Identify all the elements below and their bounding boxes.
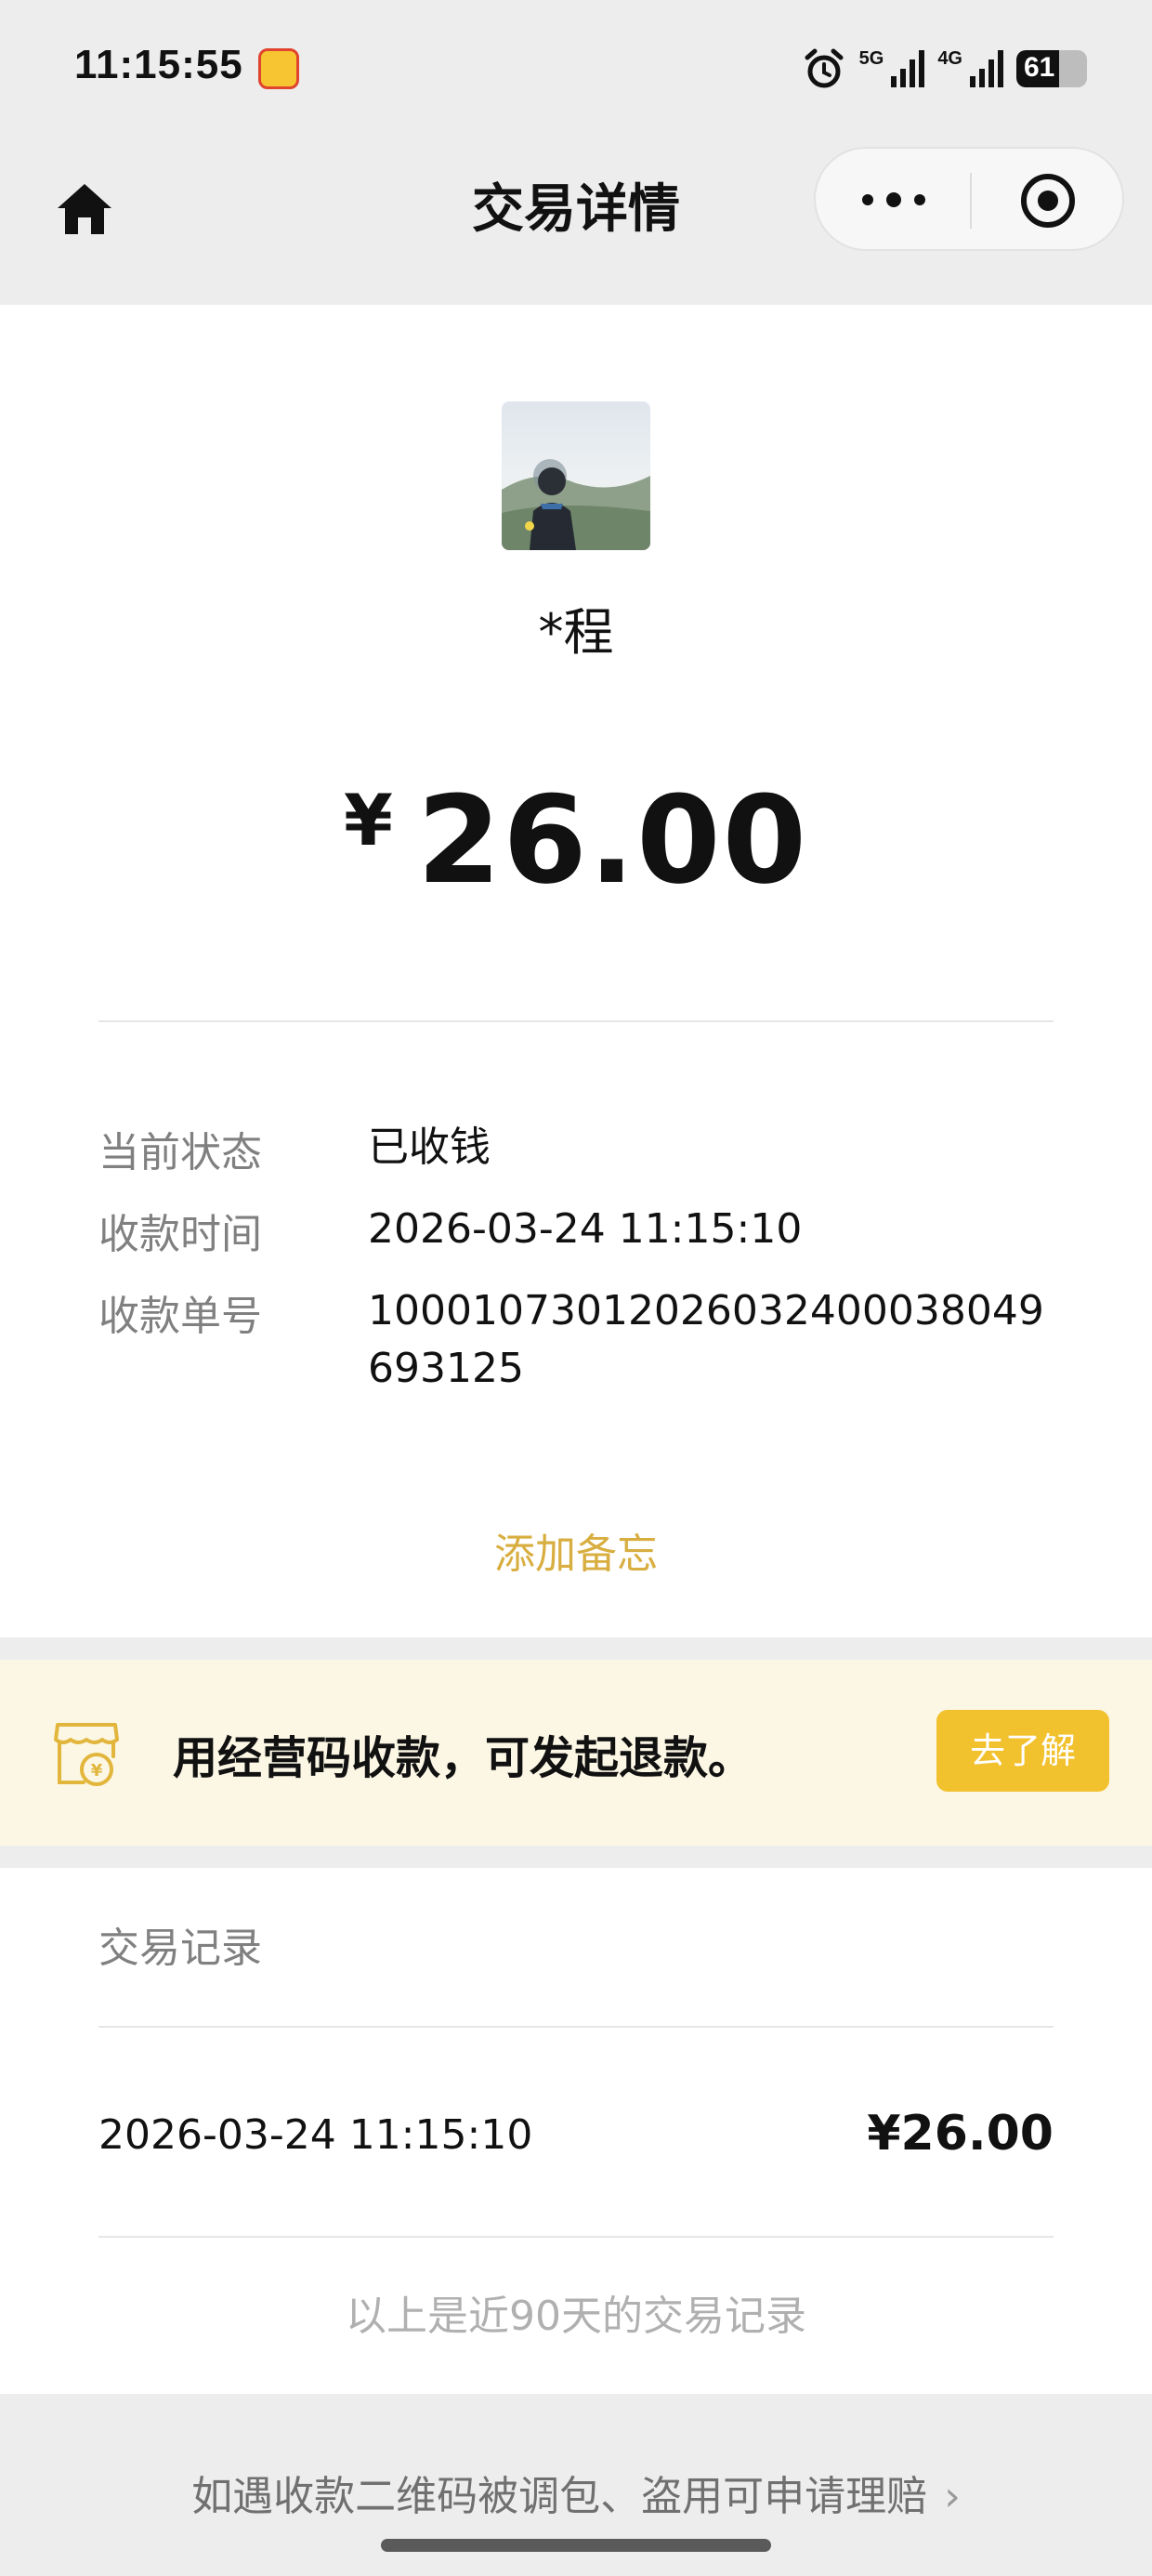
network-5g-label: 5G bbox=[858, 47, 884, 69]
claim-link[interactable]: 如遇收款二维码被调包、盗用可申请理赔 › bbox=[0, 2463, 1152, 2522]
currency-symbol: ¥ bbox=[343, 779, 393, 861]
detail-row-order: 收款单号 10001073012026032400038049693125 bbox=[98, 1282, 1055, 1398]
payer-name: *程 bbox=[538, 603, 614, 662]
status-value: 已收钱 bbox=[368, 1124, 491, 1171]
amount-value: 26.00 bbox=[416, 769, 809, 911]
time-value: 2026-03-24 11:15:10 bbox=[368, 1205, 803, 1253]
avatar-image bbox=[502, 401, 650, 550]
mini-program-capsule bbox=[814, 147, 1124, 251]
nav-bar: 交易详情 bbox=[0, 139, 1152, 305]
amount-display: ¥26.00 bbox=[0, 769, 1152, 911]
status-time: 11:15:55 bbox=[74, 42, 243, 87]
refund-promo-banner: ¥ 用经营码收款，可发起退款。 去了解 bbox=[0, 1660, 1152, 1846]
shop-yuan-icon: ¥ bbox=[54, 1723, 119, 1786]
banner-text: 用经营码收款，可发起退款。 bbox=[173, 1732, 753, 1784]
more-dots-icon bbox=[862, 192, 925, 207]
transaction-records: 交易记录 2026-03-24 11:15:10 ¥26.00 以上是近90天的… bbox=[0, 1868, 1152, 2394]
status-indicators: 5G 4G 61 bbox=[802, 41, 1087, 97]
home-indicator[interactable] bbox=[381, 2539, 771, 2552]
close-button[interactable] bbox=[1018, 171, 1078, 230]
learn-more-button[interactable]: 去了解 bbox=[936, 1710, 1109, 1792]
chevron-right-icon: › bbox=[944, 2473, 961, 2520]
avatar bbox=[502, 401, 650, 550]
record-amount: ¥26.00 bbox=[867, 2106, 1054, 2162]
transaction-card: *程 ¥26.00 当前状态 已收钱 收款时间 2026-03-24 11:15… bbox=[0, 305, 1152, 1637]
detail-row-status: 当前状态 已收钱 bbox=[98, 1119, 1055, 1176]
battery-icon: 61 bbox=[1016, 50, 1087, 87]
time-label: 收款时间 bbox=[98, 1211, 262, 1258]
add-memo-link[interactable]: 添加备忘 bbox=[0, 1520, 1152, 1580]
target-circle-icon bbox=[1021, 174, 1075, 228]
more-button[interactable] bbox=[857, 177, 931, 223]
records-title: 交易记录 bbox=[98, 1925, 262, 1972]
network-4g-label: 4G bbox=[937, 47, 962, 69]
detail-row-time: 收款时间 2026-03-24 11:15:10 bbox=[98, 1201, 1055, 1258]
list-item[interactable]: 2026-03-24 11:15:10 ¥26.00 bbox=[98, 2106, 1054, 2171]
records-footer-note: 以上是近90天的交易记录 bbox=[346, 2293, 806, 2340]
divider bbox=[98, 1020, 1054, 1022]
signal-4g-icon bbox=[970, 50, 1003, 87]
record-time: 2026-03-24 11:15:10 bbox=[98, 2111, 533, 2159]
app-badge-icon bbox=[258, 48, 299, 89]
status-label: 当前状态 bbox=[98, 1129, 262, 1176]
battery-percent: 61 bbox=[1024, 52, 1055, 83]
svg-text:¥: ¥ bbox=[91, 1761, 103, 1781]
signal-5g-icon bbox=[891, 50, 925, 87]
divider bbox=[98, 2236, 1054, 2238]
order-number: 10001073012026032400038049693125 bbox=[368, 1287, 1044, 1392]
alarm-clock-icon bbox=[805, 48, 844, 88]
capsule-divider bbox=[970, 173, 972, 229]
claim-link-text: 如遇收款二维码被调包、盗用可申请理赔 bbox=[191, 2473, 928, 2520]
divider bbox=[98, 2026, 1054, 2028]
status-bar: 11:15:55 5G 4G 61 bbox=[0, 0, 1152, 139]
order-label: 收款单号 bbox=[98, 1293, 262, 1340]
